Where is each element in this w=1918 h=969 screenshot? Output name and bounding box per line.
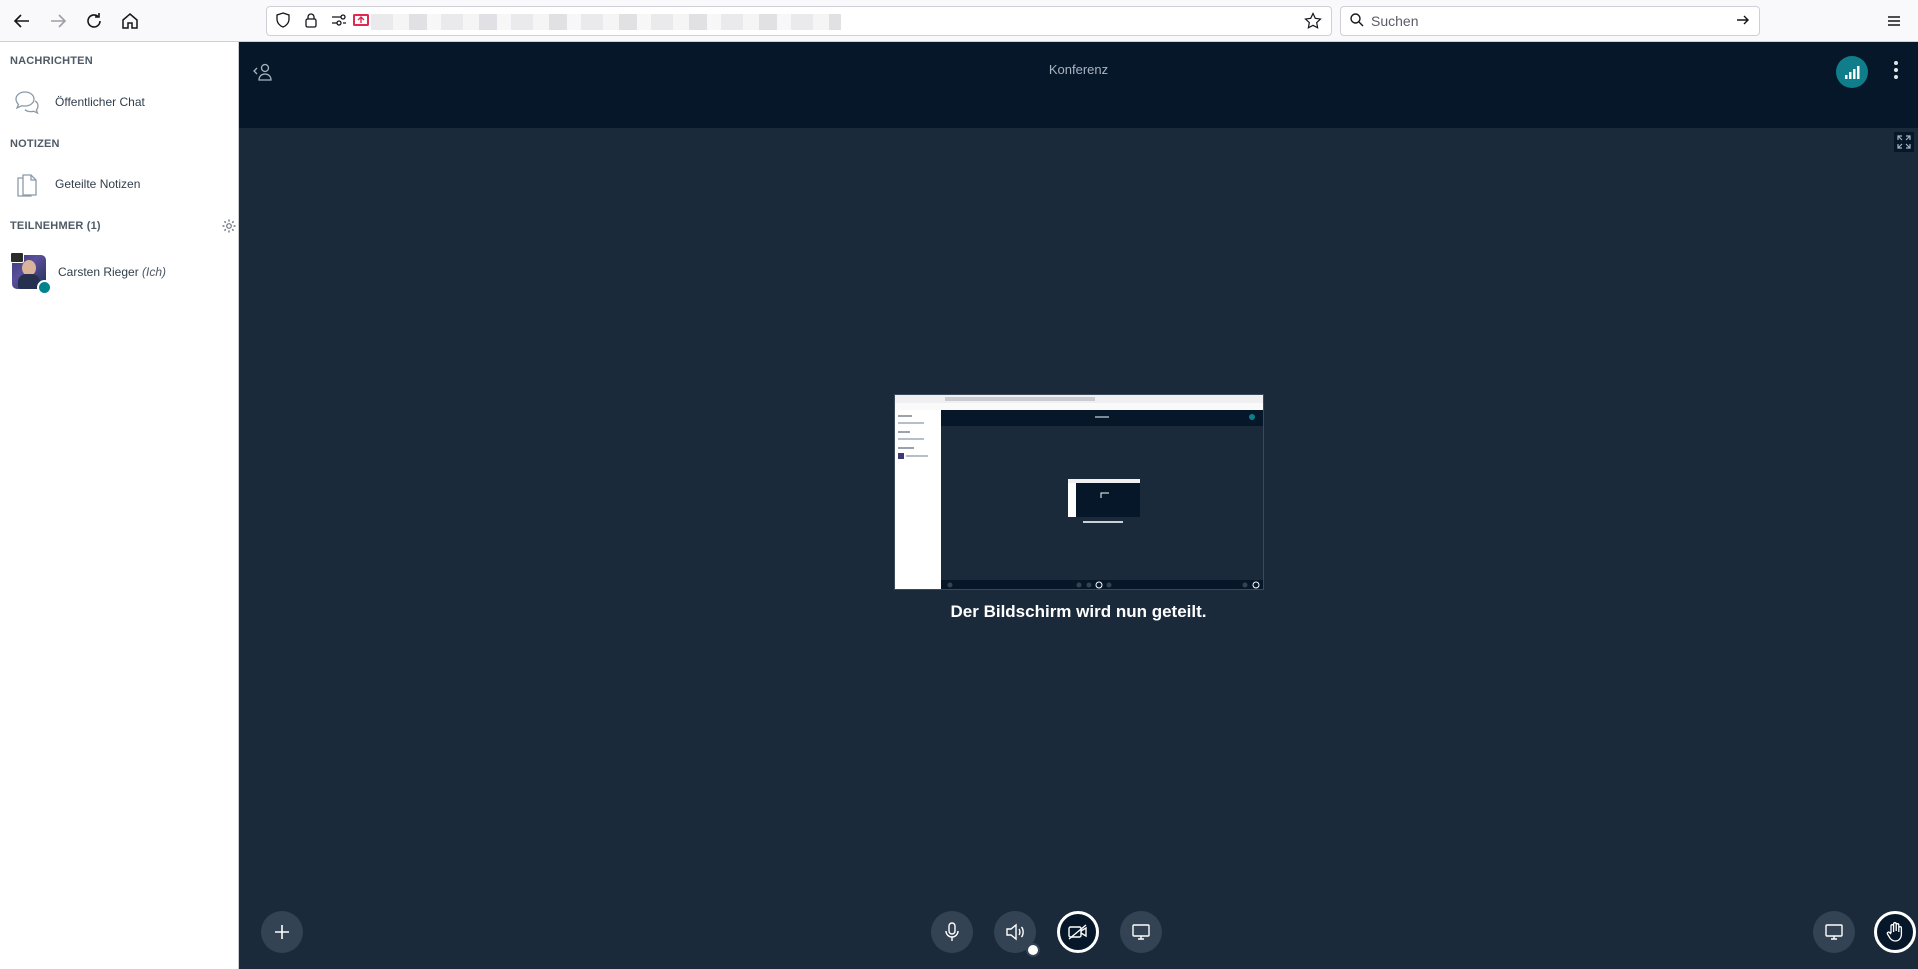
presentation-toggle-button[interactable] — [1813, 911, 1855, 953]
raise-hand-button[interactable] — [1874, 911, 1916, 953]
avatar — [10, 252, 52, 295]
video-off-icon — [1068, 924, 1087, 940]
search-icon — [1347, 12, 1367, 32]
participants-section-title: TEILNEHMER (1) — [10, 220, 101, 232]
signal-bars-icon — [1845, 66, 1860, 79]
home-icon[interactable] — [118, 9, 142, 33]
plus-icon — [275, 925, 289, 939]
participant-list-item[interactable]: Carsten Rieger (Ich) — [10, 252, 234, 295]
shared-notes-label: Geteilte Notizen — [55, 177, 141, 191]
messages-section-title: NACHRICHTEN — [10, 55, 93, 67]
sidebar-item-public-chat[interactable]: Öffentlicher Chat — [12, 85, 234, 119]
participant-name-text: Carsten Rieger — [58, 265, 139, 279]
participant-name: Carsten Rieger (Ich) — [58, 265, 166, 279]
presentation-screen-icon — [1825, 924, 1843, 940]
permissions-icon[interactable] — [329, 12, 349, 32]
bookmark-star-icon[interactable] — [1303, 12, 1323, 32]
lock-icon[interactable] — [301, 12, 321, 32]
conference-title: Konferenz — [1048, 62, 1109, 77]
speaker-icon — [1006, 923, 1024, 941]
screenshare-preview — [894, 394, 1264, 590]
screenshare-caption: Der Bildschirm wird nun geteilt. — [950, 602, 1207, 621]
shield-icon[interactable] — [273, 12, 293, 32]
conference-topbar: Konferenz — [239, 42, 1918, 128]
back-icon[interactable] — [10, 9, 34, 33]
reload-icon[interactable] — [82, 9, 106, 33]
participants-settings-gear-icon[interactable] — [221, 218, 237, 234]
search-input[interactable]: Suchen — [1340, 6, 1760, 36]
camera-off-button[interactable] — [1057, 911, 1099, 953]
menu-icon[interactable] — [1882, 9, 1906, 33]
search-placeholder: Suchen — [1371, 13, 1419, 29]
public-chat-label: Öffentlicher Chat — [55, 95, 145, 109]
search-go-icon[interactable] — [1733, 12, 1753, 32]
options-kebab-icon[interactable] — [1886, 60, 1906, 84]
browser-toolbar: Suchen — [0, 0, 1918, 42]
add-actions-button[interactable] — [261, 911, 303, 953]
share-screen-button[interactable] — [1120, 911, 1162, 953]
action-bar — [239, 907, 1918, 969]
audio-options-chevron-icon[interactable] — [1026, 943, 1040, 957]
mic-status-icon — [37, 280, 52, 295]
microphone-icon — [945, 922, 959, 941]
microphone-button[interactable] — [931, 911, 973, 953]
monitor-icon — [1132, 924, 1150, 940]
sidebar-item-shared-notes[interactable]: Geteilte Notizen — [12, 167, 234, 201]
chat-icon — [12, 87, 42, 117]
presenter-badge-icon — [10, 252, 24, 263]
sidebar: NACHRICHTEN Öffentlicher Chat NOTIZEN Ge… — [0, 42, 239, 969]
conference-stage: Konferenz Der Bildschirm wird nun geteil… — [239, 42, 1918, 969]
forward-icon[interactable] — [46, 9, 70, 33]
hand-icon — [1886, 922, 1903, 942]
notes-icon — [12, 169, 42, 199]
screen-share-indicator-icon[interactable] — [351, 12, 371, 32]
notes-section-title: NOTIZEN — [10, 138, 60, 150]
url-text-redacted — [371, 14, 841, 30]
participant-self-tag: (Ich) — [142, 265, 167, 279]
audio-button[interactable] — [994, 911, 1040, 957]
url-bar[interactable] — [266, 6, 1332, 36]
fullscreen-icon[interactable] — [1894, 132, 1914, 152]
connection-status-button[interactable] — [1836, 56, 1868, 88]
